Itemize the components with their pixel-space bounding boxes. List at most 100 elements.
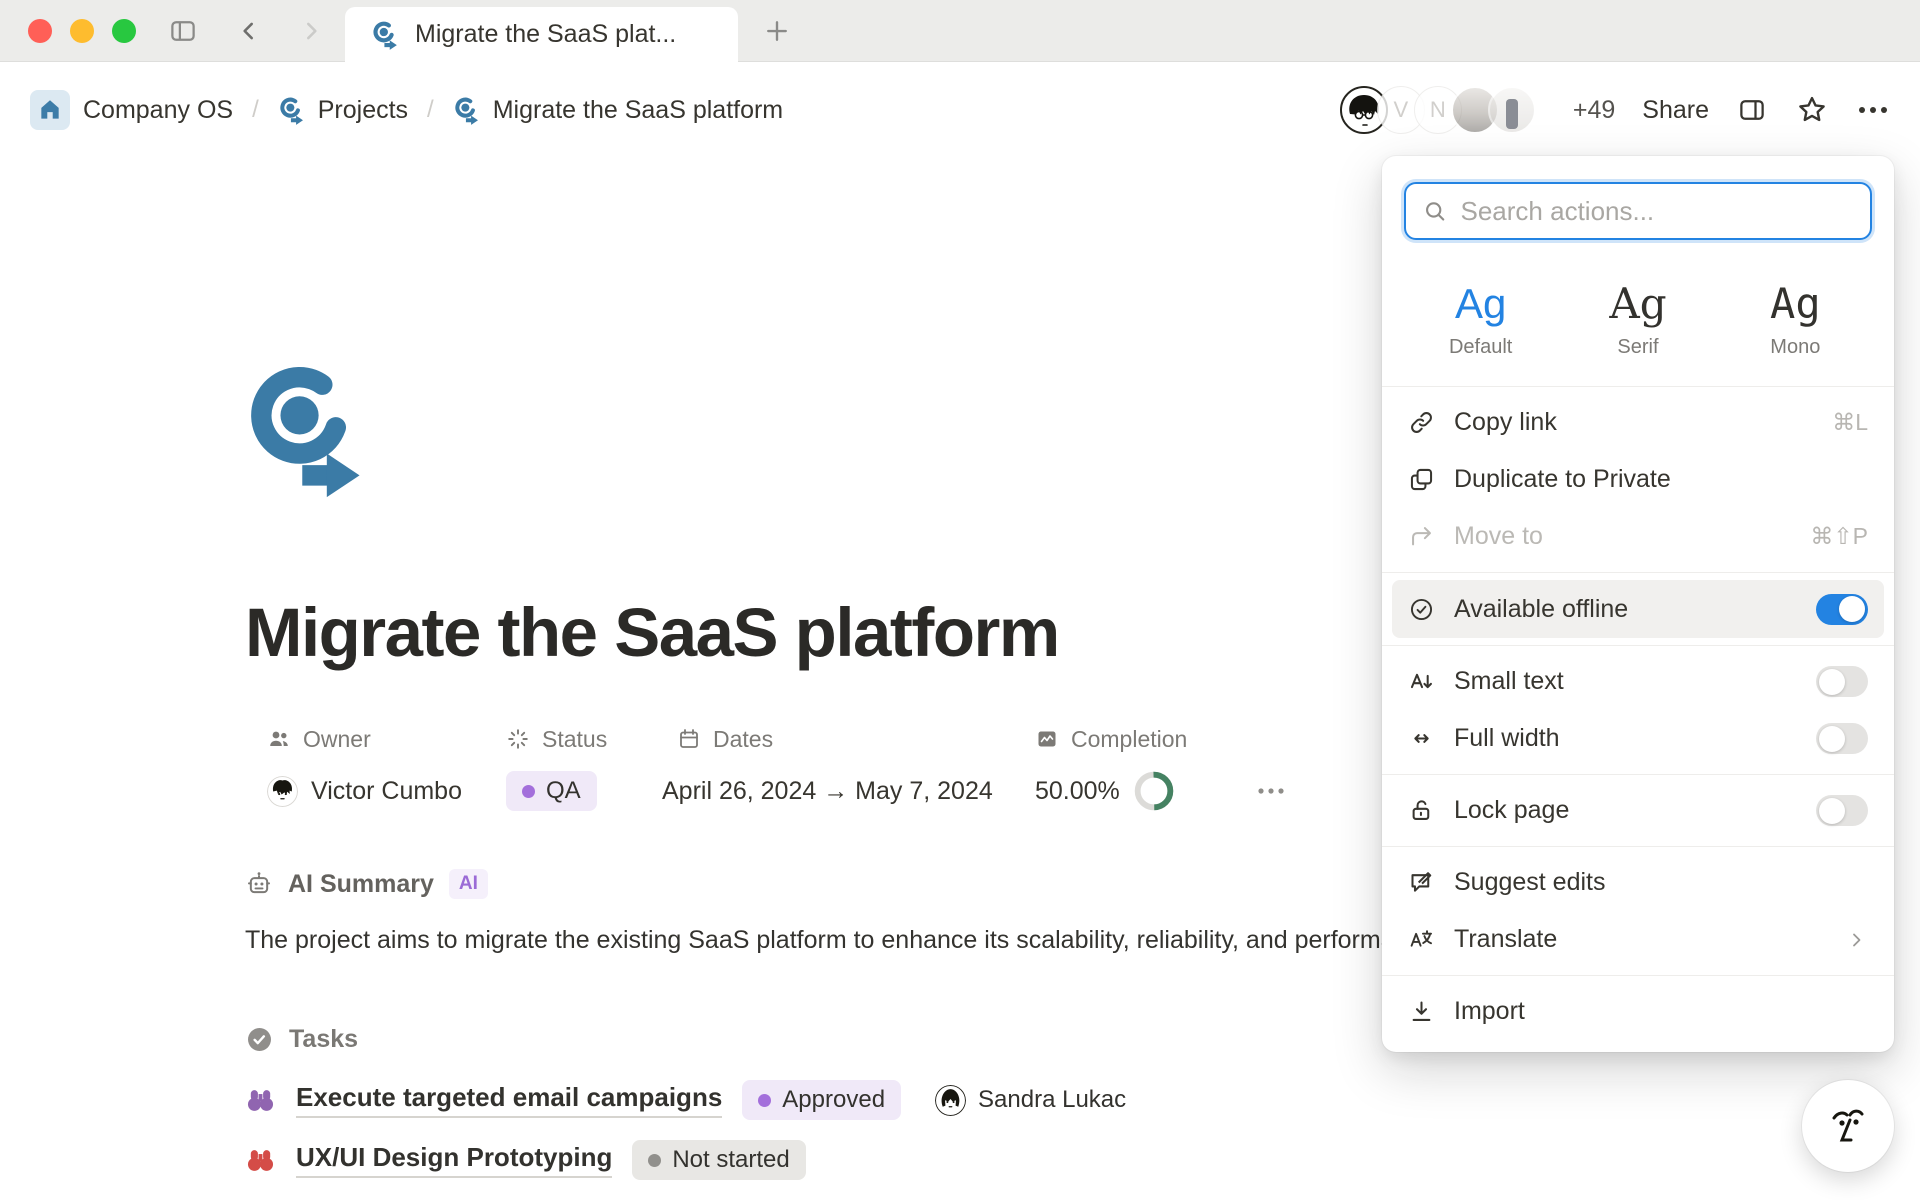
menu-divider (1382, 774, 1894, 775)
property-value-completion[interactable]: 50.00% (1035, 762, 1256, 820)
minimize-window-button[interactable] (70, 19, 94, 43)
search-actions-input[interactable] (1461, 196, 1855, 227)
shortcut-hint: ⌘L (1832, 409, 1868, 436)
property-label-completion[interactable]: Completion (1035, 716, 1256, 762)
ai-badge: AI (449, 869, 488, 899)
full-width-icon (1408, 725, 1435, 752)
migrate-page-icon (453, 95, 480, 126)
small-text-icon (1408, 668, 1435, 695)
migrate-page-icon (278, 95, 305, 126)
menu-item-lock-page[interactable]: Lock page (1382, 782, 1894, 839)
property-label-owner[interactable]: Owner (267, 716, 506, 762)
sidebar-toggle-icon[interactable] (166, 16, 200, 46)
font-style-picker: Ag Default Ag Serif Ag Mono (1382, 246, 1894, 379)
lock-page-toggle[interactable] (1816, 795, 1868, 826)
side-peek-icon[interactable] (1736, 95, 1768, 125)
people-icon (267, 727, 291, 751)
move-to-icon (1408, 523, 1435, 550)
breadcrumb: Company OS / Projects / Migrate the SaaS… (30, 90, 783, 130)
menu-item-translate[interactable]: Translate (1382, 911, 1894, 968)
chart-icon (1035, 727, 1059, 751)
calendar-icon (677, 727, 701, 751)
avatar-overflow-count[interactable]: +49 (1573, 96, 1615, 125)
task-status-badge[interactable]: Not started (632, 1140, 805, 1180)
small-text-toggle[interactable] (1816, 666, 1868, 697)
binoculars-icon (245, 1145, 276, 1176)
import-icon (1408, 998, 1435, 1025)
task-row: Execute targeted email campaigns Approve… (245, 1080, 1920, 1120)
notion-ai-button[interactable] (1802, 1080, 1894, 1172)
avatar[interactable] (1488, 86, 1536, 134)
ai-summary-heading: AI Summary (288, 870, 434, 899)
window-controls (28, 19, 136, 43)
tab-title: Migrate the SaaS plat... (415, 20, 676, 49)
property-value-dates[interactable]: April 26, 2024 → May 7, 2024 (662, 762, 1035, 820)
status-badge: QA (506, 771, 597, 811)
search-icon (1422, 197, 1448, 225)
menu-item-duplicate[interactable]: Duplicate to Private (1382, 451, 1894, 508)
completion-ring (1133, 770, 1175, 812)
more-options-icon[interactable] (1856, 103, 1890, 117)
breadcrumb-company-os[interactable]: Company OS (30, 90, 233, 130)
ai-face-icon (1820, 1098, 1876, 1154)
breadcrumb-separator: / (427, 96, 434, 124)
menu-divider (1382, 975, 1894, 976)
property-label-dates[interactable]: Dates (662, 716, 1035, 762)
menu-item-suggest-edits[interactable]: Suggest edits (1382, 854, 1894, 911)
header-actions: V N +49 Share (1340, 86, 1890, 134)
menu-item-small-text[interactable]: Small text (1382, 653, 1894, 710)
task-row: UX/UI Design Prototyping Not started (245, 1140, 1920, 1180)
check-circle-icon (1408, 596, 1435, 623)
share-button[interactable]: Share (1642, 96, 1709, 125)
menu-divider (1382, 572, 1894, 573)
duplicate-icon (1408, 466, 1435, 493)
close-window-button[interactable] (28, 19, 52, 43)
suggest-edits-icon (1408, 869, 1435, 896)
menu-item-move-to[interactable]: Move to ⌘⇧P (1382, 508, 1894, 565)
check-circle-icon (245, 1025, 274, 1054)
page-header: Company OS / Projects / Migrate the SaaS… (0, 62, 1920, 158)
property-label-status[interactable]: Status (506, 716, 662, 762)
task-link[interactable]: UX/UI Design Prototyping (296, 1142, 612, 1178)
toggle-knob (1819, 669, 1845, 695)
menu-item-copy-link[interactable]: Copy link ⌘L (1382, 394, 1894, 451)
font-option-mono[interactable]: Ag Mono (1717, 282, 1874, 359)
task-status-badge[interactable]: Approved (742, 1080, 901, 1120)
browser-tab[interactable]: Migrate the SaaS plat... (345, 7, 738, 62)
property-more-button[interactable] (1256, 762, 1376, 820)
status-dot (648, 1154, 661, 1167)
robot-icon (245, 870, 273, 898)
status-dot (758, 1094, 771, 1107)
task-assignee[interactable]: Sandra Lukac (935, 1085, 1126, 1116)
new-tab-button[interactable] (762, 16, 792, 46)
breadcrumb-current-page[interactable]: Migrate the SaaS platform (453, 95, 783, 126)
window-nav-controls (166, 0, 324, 62)
breadcrumb-label: Projects (318, 96, 408, 125)
link-icon (1408, 409, 1435, 436)
migrate-page-icon (371, 19, 399, 51)
task-link[interactable]: Execute targeted email campaigns (296, 1082, 722, 1118)
forward-button[interactable] (298, 18, 324, 44)
page-migrate-icon[interactable] (245, 354, 365, 504)
menu-item-full-width[interactable]: Full width (1382, 710, 1894, 767)
menu-item-import[interactable]: Import (1382, 983, 1894, 1040)
property-value-status[interactable]: QA (506, 762, 662, 820)
lock-open-icon (1408, 797, 1435, 824)
breadcrumb-projects[interactable]: Projects (278, 95, 408, 126)
available-offline-toggle[interactable] (1816, 594, 1868, 625)
viewer-avatar-stack: V N (1340, 86, 1536, 134)
favorite-star-icon[interactable] (1795, 93, 1829, 127)
toggle-knob (1819, 726, 1845, 752)
back-button[interactable] (236, 18, 262, 44)
font-option-default[interactable]: Ag Default (1402, 282, 1559, 359)
font-option-serif[interactable]: Ag Serif (1559, 282, 1716, 359)
home-icon (30, 90, 70, 130)
status-dot (522, 785, 535, 798)
menu-divider (1382, 846, 1894, 847)
menu-item-available-offline[interactable]: Available offline (1392, 580, 1884, 638)
zoom-window-button[interactable] (112, 19, 136, 43)
full-width-toggle[interactable] (1816, 723, 1868, 754)
search-actions-field[interactable] (1404, 182, 1872, 240)
toggle-knob (1819, 798, 1845, 824)
property-value-owner[interactable]: Victor Cumbo (267, 762, 506, 820)
